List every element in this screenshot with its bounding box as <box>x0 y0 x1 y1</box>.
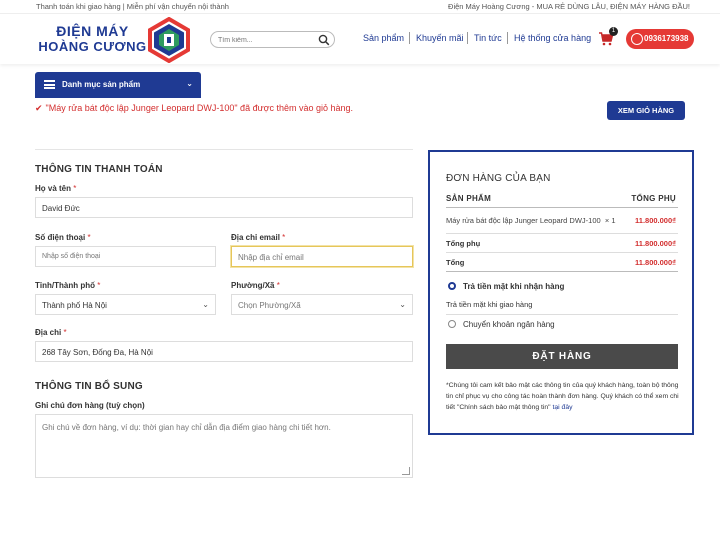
privacy-link[interactable]: tại đây <box>552 404 572 411</box>
category-menu-button[interactable]: Danh mục sản phẩm ⌄ <box>35 72 201 98</box>
name-field[interactable]: David Đức <box>35 197 413 218</box>
nav-he-thong-cua-hang[interactable]: Hệ thống cửa hàng <box>514 33 591 43</box>
notice-text: "Máy rửa bát độc lập Junger Leopard DWJ-… <box>45 103 354 113</box>
privacy-note: *Chúng tôi cam kết bảo mật các thông tin… <box>446 380 680 413</box>
order-summary: ĐƠN HÀNG CỦA BẠN SẢN PHẨM TỔNG PHỤ Máy r… <box>428 150 694 435</box>
required-mark: * <box>63 328 67 337</box>
logo-line1: ĐIỆN MÁY <box>56 23 129 39</box>
ward-label: Phường/Xã * <box>231 281 280 290</box>
phone-placeholder: Nhập số điện thoại <box>42 253 101 260</box>
order-divider <box>446 233 678 234</box>
col-total: TỔNG PHỤ <box>631 194 676 203</box>
required-mark: * <box>276 281 280 290</box>
additional-title: THÔNG TIN BỔ SUNG <box>35 381 143 392</box>
phone-icon <box>631 33 643 45</box>
pay-cod-label[interactable]: Trả tiền mặt khi nhận hàng <box>463 282 564 291</box>
total-label: Tổng <box>446 258 465 267</box>
order-divider <box>446 271 678 272</box>
name-label: Họ và tên * <box>35 184 76 193</box>
billing-title: THÔNG TIN THANH TOÁN <box>35 164 163 175</box>
email-label-text: Địa chỉ email <box>231 233 280 242</box>
address-field[interactable]: 268 Tây Sơn, Đống Đa, Hà Nội <box>35 341 413 362</box>
address-label-text: Địa chỉ <box>35 328 62 337</box>
required-mark: * <box>73 184 77 193</box>
order-item-name: Máy rửa bát độc lập Junger Leopard DWJ-1… <box>446 216 616 225</box>
notes-label: Ghi chú đơn hàng (tuỳ chọn) <box>35 401 145 410</box>
cart-count-badge: 1 <box>609 27 618 36</box>
place-order-button[interactable]: ĐẶT HÀNG <box>446 344 678 369</box>
chevron-down-icon: ⌄ <box>202 300 209 309</box>
nav-divider <box>409 32 410 44</box>
col-product: SẢN PHẨM <box>446 194 492 203</box>
item-qty: × 1 <box>604 216 616 225</box>
added-to-cart-notice: ✔ "Máy rửa bát độc lập Junger Leopard DWJ… <box>35 103 353 114</box>
nav-tin-tuc[interactable]: Tin tức <box>474 33 502 43</box>
order-divider <box>446 252 678 253</box>
notes-placeholder: Ghi chú về đơn hàng, ví dụ: thời gian ha… <box>42 423 331 432</box>
nav-san-pham[interactable]: Sản phẩm <box>363 33 404 43</box>
logo-line2: HOÀNG CƯƠNG <box>38 39 147 54</box>
email-label: Địa chỉ email * <box>231 233 285 242</box>
name-value: David Đức <box>42 204 80 213</box>
section-divider <box>35 149 413 150</box>
order-divider <box>446 314 678 315</box>
ward-label-text: Phường/Xã <box>231 281 275 290</box>
item-name-text: Máy rửa bát độc lập Junger Leopard DWJ-1… <box>446 216 601 225</box>
chevron-down-icon: ⌄ <box>399 300 406 309</box>
subtotal-label: Tổng phụ <box>446 239 481 248</box>
phone-field[interactable]: Nhập số điện thoại <box>35 246 216 267</box>
nav-khuyen-mai[interactable]: Khuyến mãi <box>416 33 464 43</box>
hotline-button[interactable]: 0936173938 <box>626 29 694 49</box>
address-value: 268 Tây Sơn, Đống Đa, Hà Nội <box>42 348 153 357</box>
subtotal-value: 11.800.000₫ <box>635 239 676 248</box>
slogan: Điện Máy Hoàng Cương - MUA RẺ DÙNG LÂU, … <box>448 2 690 11</box>
phone-label: Số điện thoại * <box>35 233 91 242</box>
top-strip: Thanh toán khi giao hàng | Miễn phí vận … <box>0 0 720 14</box>
category-menu-label: Danh mục sản phẩm <box>62 80 141 89</box>
hotline-number: 0936173938 <box>644 34 689 43</box>
required-mark: * <box>97 281 101 290</box>
required-mark: * <box>87 233 91 242</box>
pay-bank-label[interactable]: Chuyển khoản ngân hàng <box>463 320 555 329</box>
logo[interactable]: ĐIỆN MÁY HOÀNG CƯƠNG <box>35 23 150 55</box>
search-input[interactable] <box>218 34 318 46</box>
email-field[interactable]: Nhập địa chỉ email <box>231 246 413 267</box>
resize-grip-icon[interactable] <box>402 467 410 475</box>
ward-select[interactable]: Chọn Phường/Xã ⌄ <box>231 294 413 315</box>
total-value: 11.800.000₫ <box>635 258 676 267</box>
site-header: ĐIỆN MÁY HOÀNG CƯƠNG Sản phẩm Khuyến mãi… <box>0 14 720 64</box>
pay-cod-radio[interactable] <box>448 282 456 290</box>
order-title: ĐƠN HÀNG CỦA BẠN <box>446 173 551 184</box>
order-divider <box>446 207 678 208</box>
address-label: Địa chỉ * <box>35 328 67 337</box>
city-select[interactable]: Thành phố Hà Nội ⌄ <box>35 294 216 315</box>
nav-divider <box>467 32 468 44</box>
order-notes-textarea[interactable]: Ghi chú về đơn hàng, ví dụ: thời gian ha… <box>35 414 413 478</box>
logo-hexagon-icon <box>148 17 190 63</box>
pay-cod-note: Trả tiền mặt khi giao hàng <box>446 300 533 309</box>
phone-label-text: Số điện thoại <box>35 233 86 242</box>
city-value: Thành phố Hà Nội <box>42 301 107 310</box>
item-price: 11.800.000₫ <box>635 216 676 225</box>
city-label: Tỉnh/Thành phố * <box>35 281 100 290</box>
shipping-info: Thanh toán khi giao hàng | Miễn phí vận … <box>36 2 229 11</box>
check-icon: ✔ <box>35 103 43 113</box>
view-cart-button[interactable]: XEM GIỎ HÀNG <box>607 101 685 120</box>
chevron-down-icon: ⌄ <box>186 79 193 88</box>
pay-bank-radio[interactable] <box>448 320 456 328</box>
city-label-text: Tỉnh/Thành phố <box>35 281 95 290</box>
menu-icon <box>44 80 55 89</box>
email-placeholder: Nhập địa chỉ email <box>238 253 304 262</box>
nav-divider <box>507 32 508 44</box>
search-box <box>210 31 335 48</box>
search-icon[interactable] <box>318 34 330 46</box>
ward-placeholder: Chọn Phường/Xã <box>238 301 301 310</box>
name-label-text: Họ và tên <box>35 184 72 193</box>
required-mark: * <box>282 233 286 242</box>
